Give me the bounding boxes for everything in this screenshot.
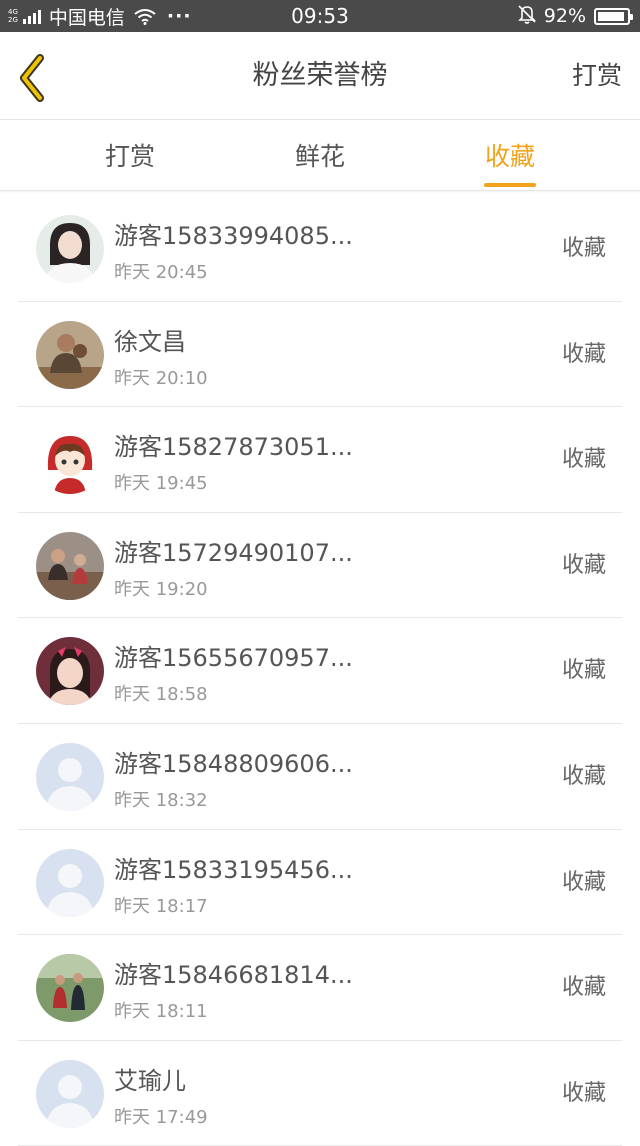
favorite-label: 收藏 — [561, 975, 606, 1001]
favorite-label: 收藏 — [561, 869, 606, 895]
battery-fill — [598, 11, 624, 21]
user-name: 游客15846681814... — [114, 961, 353, 990]
favorite-label: 收藏 — [561, 552, 606, 578]
list-item[interactable]: 游客15846681814... 昨天 18:11 收藏 — [18, 935, 622, 1041]
list-item[interactable]: 游客15827873051... 昨天 19:45 收藏 — [18, 407, 622, 513]
user-time: 昨天 19:20 — [114, 578, 208, 600]
list-item[interactable]: 游客15729490107... 昨天 19:20 收藏 — [18, 513, 622, 619]
user-time: 昨天 20:10 — [114, 367, 208, 389]
page-title: 粉丝荣誉榜 — [252, 60, 388, 91]
list-item[interactable]: 游客15655670957... 昨天 18:58 收藏 — [18, 618, 622, 724]
list-item[interactable]: 徐文昌 昨天 20:10 收藏 — [18, 302, 622, 408]
user-name: 游客15833994085... — [114, 222, 353, 250]
status-right: 92% — [517, 0, 633, 32]
user-time: 昨天 18:58 — [114, 684, 208, 706]
avatar — [36, 954, 104, 1023]
user-name: 游客15833195456... — [114, 855, 353, 884]
avatar — [36, 637, 104, 706]
favorite-label: 收藏 — [561, 658, 606, 684]
favorite-label: 收藏 — [561, 236, 606, 261]
bell-off-icon — [517, 4, 536, 29]
user-time: 昨天 17:49 — [114, 1106, 208, 1128]
user-name: 徐文昌 — [114, 327, 186, 356]
default-avatar-icon — [36, 848, 104, 917]
user-name: 游客15848809606... — [114, 749, 353, 778]
tab-bar: 打赏 鲜花 收藏 — [0, 121, 640, 191]
status-bar: 4G 2G 中国电信 ··· 09:53 92% — [0, 0, 640, 32]
user-time: 昨天 18:11 — [114, 1001, 208, 1023]
default-avatar-icon — [36, 1059, 104, 1128]
favorite-label: 收藏 — [561, 447, 606, 473]
tab-reward[interactable]: 打赏 — [80, 121, 180, 191]
fan-list: 游客15833994085... 昨天 20:45 收藏 徐文昌 昨天 20:1… — [0, 196, 640, 1146]
default-avatar-icon — [36, 742, 104, 811]
user-name: 艾瑜儿 — [114, 1066, 186, 1095]
favorite-label: 收藏 — [561, 1080, 606, 1106]
battery-icon — [594, 7, 633, 25]
list-item[interactable]: 艾瑜儿 昨天 17:49 收藏 — [18, 1041, 622, 1146]
reward-button[interactable]: 打赏 — [572, 32, 622, 120]
user-time: 昨天 18:17 — [114, 895, 208, 917]
back-button[interactable] — [14, 54, 58, 102]
list-item[interactable]: 游客15833994085... 昨天 20:45 收藏 — [18, 196, 622, 302]
tab-label: 打赏 — [104, 142, 155, 171]
nav-bar: 粉丝荣誉榜 打赏 — [0, 32, 640, 120]
tab-label: 收藏 — [484, 142, 535, 171]
active-tab-indicator — [484, 183, 536, 187]
favorite-label: 收藏 — [561, 763, 606, 789]
battery-percent: 92% — [543, 5, 586, 27]
user-time: 昨天 19:45 — [114, 473, 208, 495]
tab-flowers[interactable]: 鲜花 — [270, 121, 370, 191]
avatar — [36, 215, 104, 283]
user-name: 游客15655670957... — [114, 644, 353, 673]
user-time: 昨天 20:45 — [114, 262, 208, 283]
avatar — [36, 531, 104, 600]
user-name: 游客15827873051... — [114, 433, 353, 462]
avatar — [36, 426, 104, 495]
list-item[interactable]: 游客15833195456... 昨天 18:17 收藏 — [18, 830, 622, 936]
list-item[interactable]: 游客15848809606... 昨天 18:32 收藏 — [18, 724, 622, 830]
chevron-left-icon — [20, 54, 44, 102]
user-time: 昨天 18:32 — [114, 789, 208, 811]
user-name: 游客15729490107... — [114, 538, 353, 567]
tab-favorites[interactable]: 收藏 — [460, 121, 560, 191]
tab-label: 鲜花 — [294, 142, 345, 171]
avatar — [36, 320, 104, 389]
favorite-label: 收藏 — [561, 341, 606, 367]
